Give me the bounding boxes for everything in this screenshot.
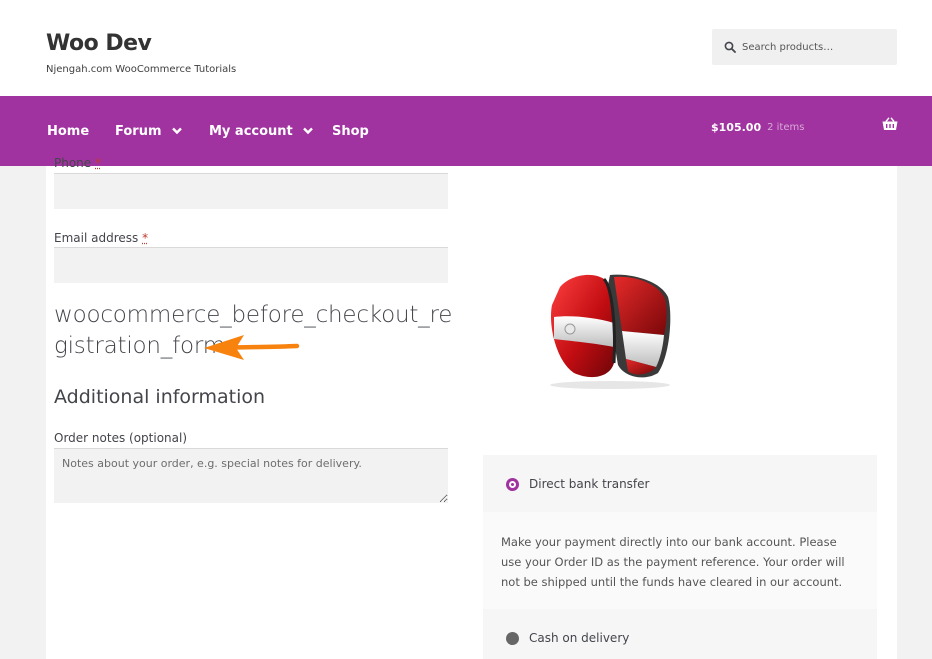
nav-item-forum[interactable]: Forum bbox=[115, 96, 182, 166]
cart-summary[interactable]: $105.00 2 items bbox=[711, 96, 804, 158]
email-label: Email address * bbox=[54, 231, 148, 245]
basket-icon[interactable] bbox=[882, 117, 898, 131]
payment-option-bank[interactable]: Direct bank transfer bbox=[483, 474, 877, 494]
additional-info-heading: Additional information bbox=[54, 386, 266, 408]
order-notes-field[interactable] bbox=[54, 448, 448, 503]
site-title[interactable]: Woo Dev bbox=[46, 31, 152, 56]
primary-nav: Home Forum My account Shop $105.00 2 ite… bbox=[0, 96, 932, 166]
payment-option-cod[interactable]: Cash on delivery bbox=[483, 628, 877, 648]
radio-unselected[interactable] bbox=[506, 631, 519, 645]
email-field[interactable] bbox=[54, 247, 448, 283]
arrow-annotation bbox=[204, 335, 300, 360]
search-icon bbox=[724, 41, 736, 53]
phone-field[interactable] bbox=[54, 173, 448, 209]
search-input[interactable] bbox=[742, 41, 892, 53]
payment-option-label: Direct bank transfer bbox=[529, 477, 650, 491]
phone-label: Phone * bbox=[54, 156, 101, 170]
product-image[interactable] bbox=[530, 235, 690, 395]
bank-transfer-description: Make your payment directly into our bank… bbox=[483, 512, 877, 609]
chevron-down-icon bbox=[171, 127, 182, 135]
phone-label-text: Phone bbox=[54, 156, 92, 170]
cart-total: $105.00 bbox=[711, 120, 762, 134]
required-marker: * bbox=[95, 156, 101, 170]
site-tagline: Njengah.com WooCommerce Tutorials bbox=[46, 64, 237, 75]
nav-item-label: Home bbox=[47, 123, 90, 139]
payment-option-label: Cash on delivery bbox=[529, 631, 630, 645]
radio-selected[interactable] bbox=[506, 477, 519, 491]
email-label-text: Email address bbox=[54, 231, 139, 245]
cart-count: 2 items bbox=[767, 121, 805, 133]
order-notes-label: Order notes (optional) bbox=[54, 431, 188, 445]
nav-item-my-account[interactable]: My account bbox=[209, 96, 313, 166]
chevron-down-icon bbox=[302, 127, 313, 135]
nav-item-shop[interactable]: Shop bbox=[332, 96, 369, 166]
nav-item-label: My account bbox=[209, 123, 293, 139]
search-box[interactable] bbox=[712, 29, 897, 65]
site-header: Woo Dev Njengah.com WooCommerce Tutorial… bbox=[0, 0, 932, 96]
nav-item-label: Shop bbox=[332, 123, 369, 139]
required-marker: * bbox=[142, 231, 149, 245]
nav-item-label: Forum bbox=[115, 123, 162, 139]
